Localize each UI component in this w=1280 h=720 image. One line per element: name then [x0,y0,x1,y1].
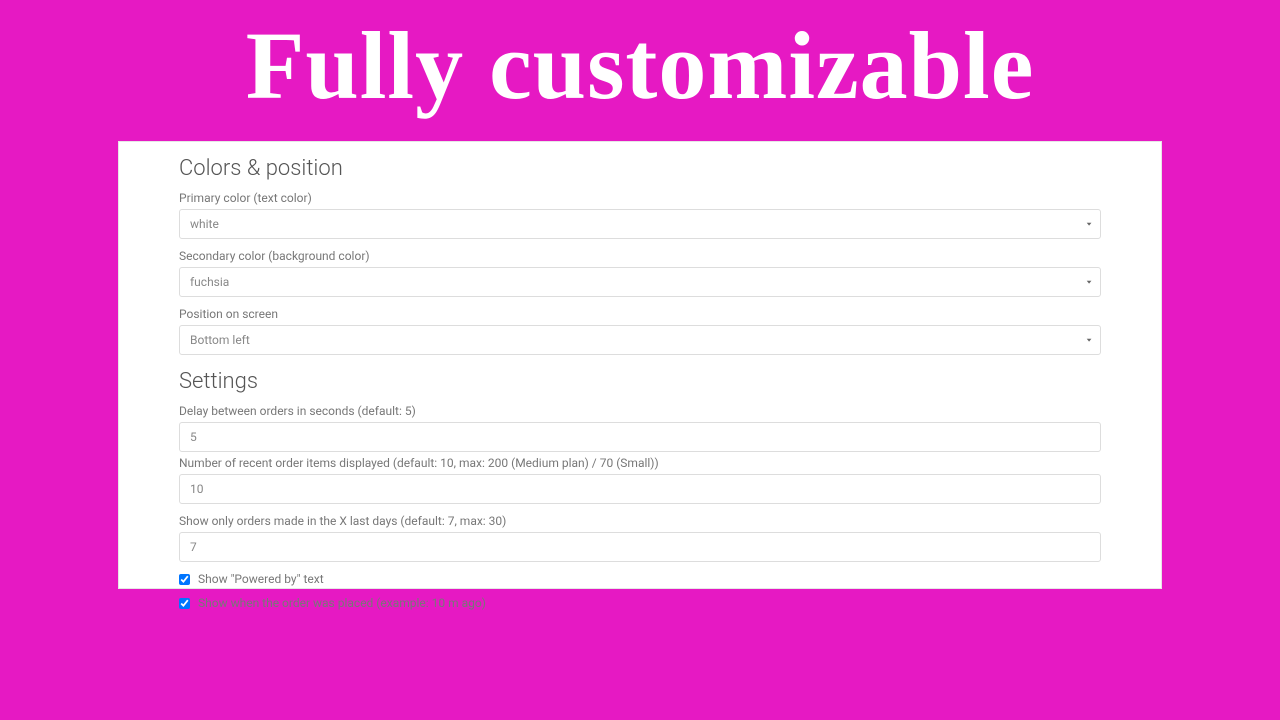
powered-by-checkbox[interactable] [179,574,190,585]
position-select[interactable]: Bottom left [179,325,1101,355]
primary-color-select-wrap: white [179,209,1101,239]
days-input[interactable] [179,532,1101,562]
settings-panel: Colors & position Primary color (text co… [118,141,1162,589]
secondary-color-select[interactable]: fuchsia [179,267,1101,297]
primary-color-label: Primary color (text color) [179,191,1101,205]
days-label: Show only orders made in the X last days… [179,514,1101,528]
position-select-wrap: Bottom left [179,325,1101,355]
items-input[interactable] [179,474,1101,504]
settings-section-title: Settings [179,369,1101,394]
show-when-row: Show when the order was placed (example:… [179,596,1101,610]
position-label: Position on screen [179,307,1101,321]
secondary-color-label: Secondary color (background color) [179,249,1101,263]
colors-section-title: Colors & position [179,156,1101,181]
show-when-checkbox[interactable] [179,598,190,609]
powered-by-row: Show "Powered by" text [179,572,1101,586]
secondary-color-select-wrap: fuchsia [179,267,1101,297]
delay-input[interactable] [179,422,1101,452]
powered-by-label: Show "Powered by" text [198,572,324,586]
hero-title: Fully customizable [0,0,1280,121]
primary-color-select[interactable]: white [179,209,1101,239]
items-label: Number of recent order items displayed (… [179,456,1101,470]
show-when-label: Show when the order was placed (example:… [198,596,486,610]
delay-label: Delay between orders in seconds (default… [179,404,1101,418]
